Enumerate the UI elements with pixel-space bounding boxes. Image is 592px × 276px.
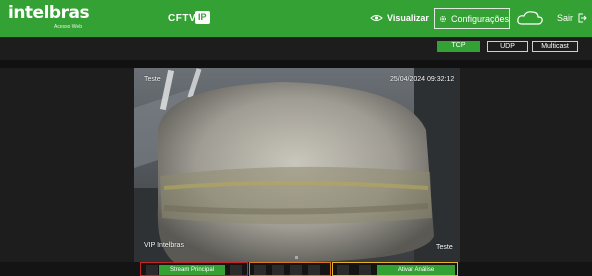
stream-principal-button[interactable]: Stream Principal bbox=[159, 265, 225, 275]
video-channel-overlay: Teste bbox=[436, 244, 453, 251]
camera-image bbox=[134, 68, 460, 262]
cloud-button[interactable] bbox=[516, 7, 548, 29]
nav-visualizar-label: Visualizar bbox=[387, 13, 429, 23]
nav-configuracoes-label: Configurações bbox=[450, 13, 509, 24]
audio-icon[interactable] bbox=[308, 265, 320, 275]
stream-group: Stream Principal bbox=[140, 262, 248, 276]
header-separator bbox=[0, 37, 592, 38]
protocol-multicast-button[interactable]: Multicast bbox=[532, 41, 578, 52]
snapshot-icon[interactable] bbox=[272, 265, 284, 275]
brand-subtitle: Acesso Web bbox=[54, 24, 82, 30]
video-brand-overlay: VIP Intelbras bbox=[144, 242, 184, 249]
product-name: CFTV bbox=[168, 13, 197, 24]
brand-logo: intelbras bbox=[8, 3, 90, 23]
top-bar: intelbras Acesso Web CFTV IP Visualizar … bbox=[0, 0, 592, 37]
screenshot-icon[interactable] bbox=[146, 265, 158, 275]
logout-icon bbox=[578, 13, 587, 23]
video-title-overlay: Teste bbox=[144, 76, 161, 83]
nav-sair[interactable]: Sair bbox=[557, 7, 587, 29]
gear-icon bbox=[439, 15, 446, 22]
nav-configuracoes[interactable]: Configurações bbox=[434, 8, 510, 29]
nav-sair-label: Sair bbox=[557, 13, 574, 23]
zoom-icon[interactable] bbox=[290, 265, 302, 275]
video-feed[interactable]: Teste 25/04/2024 09:32:12 VIP Intelbras … bbox=[134, 68, 460, 262]
fullscreen-icon[interactable] bbox=[359, 265, 371, 275]
record-icon[interactable] bbox=[254, 265, 266, 275]
analysis-group: Ativar Análise bbox=[332, 262, 458, 276]
resize-handle[interactable] bbox=[295, 256, 298, 259]
bottom-toolbar: Stream Principal Ativar Análise bbox=[0, 262, 592, 276]
protocol-tcp-button[interactable]: TCP bbox=[437, 41, 480, 52]
stream-switch-icon[interactable] bbox=[230, 265, 242, 275]
ativar-analise-button[interactable]: Ativar Análise bbox=[377, 265, 455, 275]
eye-icon bbox=[370, 15, 383, 21]
nav-visualizar[interactable]: Visualizar bbox=[370, 7, 429, 29]
video-timestamp-overlay: 25/04/2024 09:32:12 bbox=[390, 76, 455, 83]
timeline-strip[interactable] bbox=[0, 60, 592, 68]
protocol-udp-button[interactable]: UDP bbox=[487, 41, 528, 52]
alert-icon[interactable] bbox=[337, 265, 349, 275]
controls-group bbox=[249, 262, 331, 276]
cloud-icon bbox=[517, 11, 543, 25]
product-badge: IP bbox=[195, 11, 210, 24]
